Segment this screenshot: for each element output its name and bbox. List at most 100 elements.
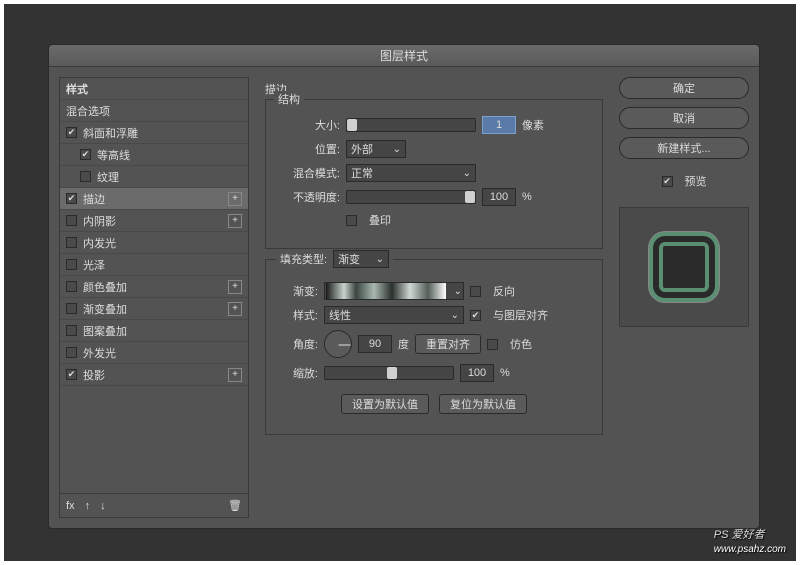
dialog-title: 图层样式 [49,45,759,67]
position-field: 位置: 外部 [278,140,590,158]
effect-bevel[interactable]: 斜面和浮雕 [60,122,248,144]
effect-label: 纹理 [97,169,119,185]
checkbox-satin[interactable] [66,259,77,270]
position-label: 位置: [278,141,340,157]
size-unit: 像素 [522,117,544,133]
dither-checkbox[interactable] [487,339,498,350]
effect-label: 光泽 [83,257,105,273]
effect-label: 等高线 [97,147,130,163]
filltype-label: 填充类型: [280,251,327,267]
overprint-label: 叠印 [369,212,391,228]
blending-options-row[interactable]: 混合选项 [60,100,248,122]
blending-options-label: 混合选项 [66,103,110,119]
fx-label[interactable]: fx [66,500,75,512]
scale-input[interactable]: 100 [460,364,494,382]
checkbox-outer-glow[interactable] [66,347,77,358]
angle-dial[interactable] [324,330,352,358]
size-input[interactable]: 1 [482,116,516,134]
size-label: 大小: [278,117,340,133]
structure-title: 结构 [274,91,304,107]
align-label: 与图层对齐 [493,307,548,323]
arrow-up-icon[interactable]: ↑ [85,500,91,512]
add-icon[interactable]: + [228,368,242,382]
scale-slider[interactable] [324,366,454,380]
effect-pattern-overlay[interactable]: 图案叠加 [60,320,248,342]
preview-thumbnail [649,232,719,302]
opacity-slider[interactable] [346,190,476,204]
effect-gradient-overlay[interactable]: 渐变叠加 + [60,298,248,320]
effect-inner-glow[interactable]: 内发光 [60,232,248,254]
size-slider[interactable] [346,118,476,132]
reverse-label: 反向 [493,283,515,299]
gradient-field: 渐变: 反向 [278,282,590,300]
reset-default-button[interactable]: 复位为默认值 [439,394,527,414]
angle-unit: 度 [398,336,409,352]
arrow-down-icon[interactable]: ↓ [100,500,106,512]
checkbox-inner-glow[interactable] [66,237,77,248]
opacity-input[interactable]: 100 [482,188,516,206]
add-icon[interactable]: + [228,302,242,316]
effect-outer-glow[interactable]: 外发光 [60,342,248,364]
checkbox-stroke[interactable] [66,193,77,204]
style-list: 样式 混合选项 斜面和浮雕 等高线 纹理 描边 + 内阴影 + 内发光 光泽 颜色叠… [59,77,249,494]
set-default-button[interactable]: 设置为默认值 [341,394,429,414]
gradient-label: 渐变: [278,283,318,299]
checkbox-pattern-overlay[interactable] [66,325,77,336]
filltype-dropdown[interactable]: 渐变 [333,250,389,268]
checkbox-bevel[interactable] [66,127,77,138]
effect-contour[interactable]: 等高线 [60,144,248,166]
preview-row: 预览 [619,173,749,189]
add-icon[interactable]: + [228,214,242,228]
group-title: 描边 [265,81,603,97]
effect-label: 描边 [83,191,105,207]
overprint-checkbox[interactable] [346,215,357,226]
checkbox-gradient-overlay[interactable] [66,303,77,314]
left-panel: 样式 混合选项 斜面和浮雕 等高线 纹理 描边 + 内阴影 + 内发光 光泽 颜色叠… [59,77,249,518]
checkbox-contour[interactable] [80,149,91,160]
position-dropdown[interactable]: 外部 [346,140,406,158]
add-icon[interactable]: + [228,280,242,294]
scale-unit: % [500,367,510,379]
effect-inner-shadow[interactable]: 内阴影 + [60,210,248,232]
align-checkbox[interactable] [470,310,481,321]
styles-header[interactable]: 样式 [60,78,248,100]
opacity-unit: % [522,191,532,203]
size-field: 大小: 1 像素 [278,116,590,134]
gradient-picker[interactable] [324,282,464,300]
blendmode-label: 混合模式: [278,165,340,181]
reset-align-button[interactable]: 重置对齐 [415,334,481,354]
scale-field: 缩放: 100 % [278,364,590,382]
angle-field: 角度: 90 度 重置对齐 仿色 [278,330,590,358]
blendmode-field: 混合模式: 正常 [278,164,590,182]
new-style-button[interactable]: 新建样式... [619,137,749,159]
preview-area [619,207,749,327]
effect-label: 渐变叠加 [83,301,127,317]
cancel-button[interactable]: 取消 [619,107,749,129]
styles-header-label: 样式 [66,81,88,97]
right-panel: 确定 取消 新建样式... 预览 [619,77,749,518]
checkbox-drop-shadow[interactable] [66,369,77,380]
reverse-checkbox[interactable] [470,286,481,297]
add-icon[interactable]: + [228,192,242,206]
effect-texture[interactable]: 纹理 [60,166,248,188]
checkbox-texture[interactable] [80,171,91,182]
effect-label: 投影 [83,367,105,383]
effect-color-overlay[interactable]: 颜色叠加 + [60,276,248,298]
blendmode-dropdown[interactable]: 正常 [346,164,476,182]
angle-input[interactable]: 90 [358,335,392,353]
effect-satin[interactable]: 光泽 [60,254,248,276]
style-dropdown[interactable]: 线性 [324,306,464,324]
effect-label: 颜色叠加 [83,279,127,295]
ok-button[interactable]: 确定 [619,77,749,99]
checkbox-color-overlay[interactable] [66,281,77,292]
scale-label: 缩放: [278,365,318,381]
defaults-row: 设置为默认值 复位为默认值 [278,394,590,414]
effect-label: 内阴影 [83,213,116,229]
effect-label: 斜面和浮雕 [83,125,138,141]
trash-icon[interactable]: 🗑 [228,499,242,512]
effect-stroke[interactable]: 描边 + [60,188,248,210]
effect-drop-shadow[interactable]: 投影 + [60,364,248,386]
style-field: 样式: 线性 与图层对齐 [278,306,590,324]
preview-checkbox[interactable] [662,176,673,187]
checkbox-inner-shadow[interactable] [66,215,77,226]
